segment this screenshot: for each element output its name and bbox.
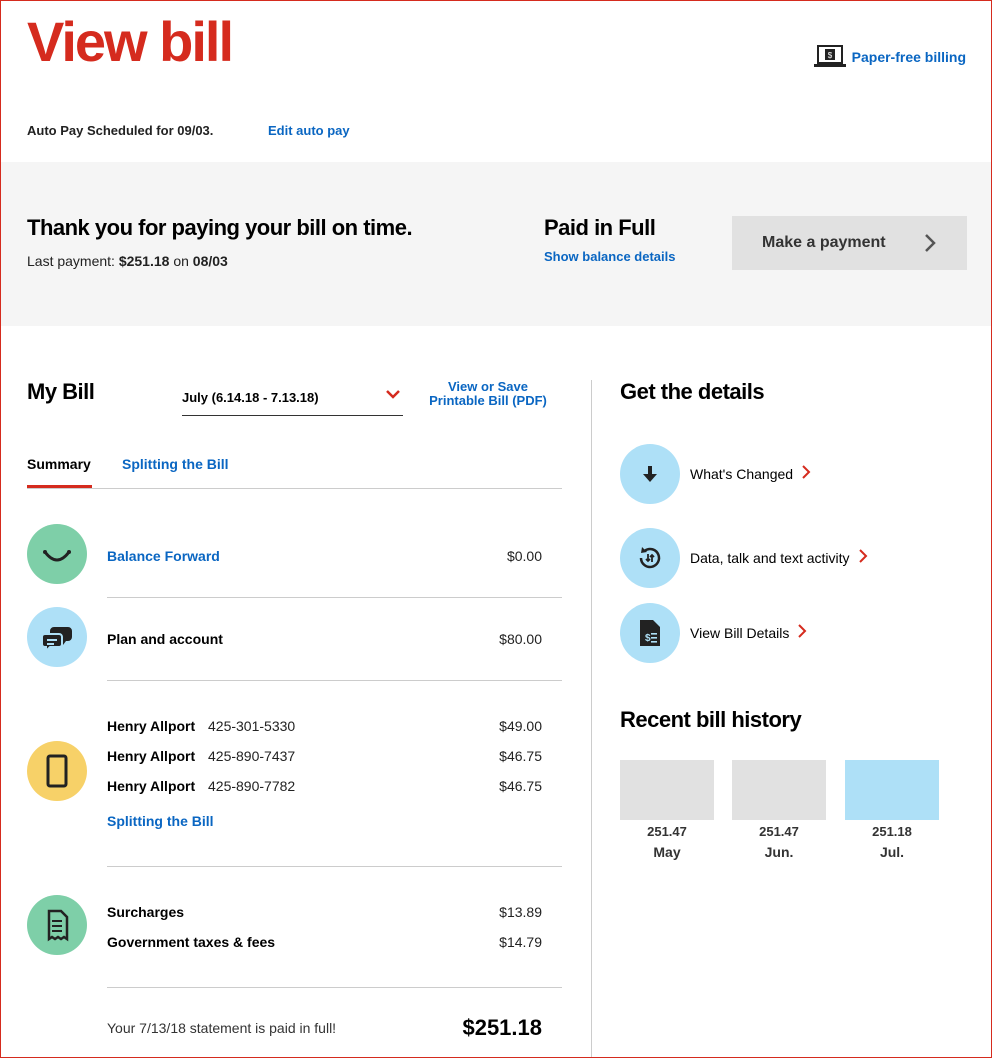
statement-paid-note: Your 7/13/18 statement is paid in full! — [107, 1020, 337, 1036]
paid-status: Paid in Full — [544, 215, 656, 240]
make-payment-label: Make a payment — [762, 234, 886, 251]
plan-and-account-amount: $80.00 — [499, 631, 542, 647]
paper-free-billing-link[interactable]: $ Paper-free billing — [813, 45, 966, 69]
last-payment-amount: $251.18 — [118, 253, 170, 269]
line-owner-name: Henry Allport — [107, 748, 196, 764]
autopay-status: Auto Pay Scheduled for 09/03. — [27, 123, 214, 138]
svg-text:$: $ — [827, 51, 832, 60]
bill-total: $251.18 — [462, 1015, 542, 1040]
row-divider — [107, 597, 562, 598]
activity-label: Data, talk and text activity — [690, 550, 850, 566]
tab-summary[interactable]: Summary — [27, 456, 91, 472]
chevron-right-icon — [923, 233, 937, 259]
activity-icon — [620, 528, 680, 588]
activity-link[interactable]: Data, talk and text activity — [620, 528, 868, 588]
tab-splitting-the-bill[interactable]: Splitting the Bill — [122, 456, 229, 472]
line-phone-number: 425-890-7782 — [208, 778, 296, 794]
last-payment-date: 08/03 — [192, 253, 228, 269]
row-divider — [107, 987, 562, 988]
history-bar-may[interactable] — [620, 760, 714, 820]
thanks-message: Thank you for paying your bill on time. — [27, 215, 413, 240]
balance-forward-link[interactable]: Balance Forward — [107, 548, 220, 564]
line-phone-number: 425-301-5330 — [208, 718, 296, 734]
paper-free-billing-label[interactable]: Paper-free billing — [852, 49, 966, 65]
laptop-bill-icon: $ — [813, 45, 846, 69]
whats-changed-link[interactable]: What's Changed — [620, 444, 811, 504]
bill-period-select[interactable]: July (6.14.18 - 7.13.18) — [182, 384, 403, 416]
printable-bill-pdf-link[interactable]: View or Save Printable Bill (PDF) — [416, 380, 560, 408]
line-amount: $49.00 — [499, 718, 542, 734]
receipt-icon — [27, 895, 87, 955]
bill-period-value: July (6.14.18 - 7.13.18) — [182, 390, 319, 405]
last-payment-prefix: Last payment: — [27, 253, 119, 269]
history-bar-jul[interactable] — [845, 760, 939, 820]
bill-document-icon: $ — [620, 603, 680, 663]
column-divider — [591, 380, 592, 1057]
view-bill-details-link[interactable]: $ View Bill Details — [620, 603, 807, 663]
balance-forward-amount: $0.00 — [506, 548, 542, 564]
last-payment-on: on — [169, 253, 193, 269]
show-balance-details-link[interactable]: Show balance details — [544, 249, 676, 264]
line-amount: $46.75 — [499, 748, 542, 764]
history-value-jul: 251.18 — [872, 824, 912, 839]
last-payment-info: Last payment: $251.18 on 08/03 — [27, 253, 228, 269]
plan-and-account-label[interactable]: Plan and account — [107, 631, 223, 647]
phone-device-icon — [27, 741, 87, 801]
line-owner-name: Henry Allport — [107, 718, 196, 734]
down-arrow-icon — [620, 444, 680, 504]
history-value-may: 251.47 — [647, 824, 687, 839]
my-bill-title: My Bill — [27, 379, 95, 404]
bill-history-title: Recent bill history — [620, 707, 802, 732]
row-divider — [107, 680, 562, 681]
history-month-jul: Jul. — [879, 844, 905, 860]
pdf-link-line1: View or Save — [448, 379, 528, 394]
line-amount: $46.75 — [499, 778, 542, 794]
details-title: Get the details — [620, 379, 765, 404]
svg-text:$: $ — [645, 633, 651, 644]
page-title: View bill — [27, 10, 234, 73]
edit-autopay-link[interactable]: Edit auto pay — [268, 123, 350, 138]
chevron-right-icon — [801, 464, 811, 485]
line-phone-number: 425-890-7437 — [208, 748, 296, 764]
pdf-link-line2: Printable Bill (PDF) — [429, 393, 547, 408]
chevron-right-icon — [797, 623, 807, 644]
smile-icon — [27, 524, 87, 584]
history-bar-jun[interactable] — [732, 760, 826, 820]
history-month-jun: Jun. — [764, 844, 794, 860]
splitting-the-bill-link[interactable]: Splitting the Bill — [107, 813, 214, 829]
view-bill-details-label: View Bill Details — [690, 625, 790, 641]
whats-changed-label: What's Changed — [690, 466, 794, 482]
taxes-label: Government taxes & fees — [107, 934, 276, 950]
chevron-right-icon — [858, 548, 868, 569]
surcharges-amount: $13.89 — [499, 904, 542, 920]
history-value-jun: 251.47 — [759, 824, 799, 839]
chat-bubbles-icon — [27, 607, 87, 667]
row-divider — [107, 866, 562, 867]
tab-divider — [27, 488, 562, 489]
surcharges-label: Surcharges — [107, 904, 185, 920]
history-month-may: May — [653, 844, 681, 860]
make-payment-button[interactable]: Make a payment — [732, 216, 967, 270]
taxes-amount: $14.79 — [499, 934, 542, 950]
page-frame: View bill $ Paper-free billing Auto Pay … — [0, 0, 992, 1058]
chevron-down-icon — [385, 386, 401, 402]
line-owner-name: Henry Allport — [107, 778, 196, 794]
